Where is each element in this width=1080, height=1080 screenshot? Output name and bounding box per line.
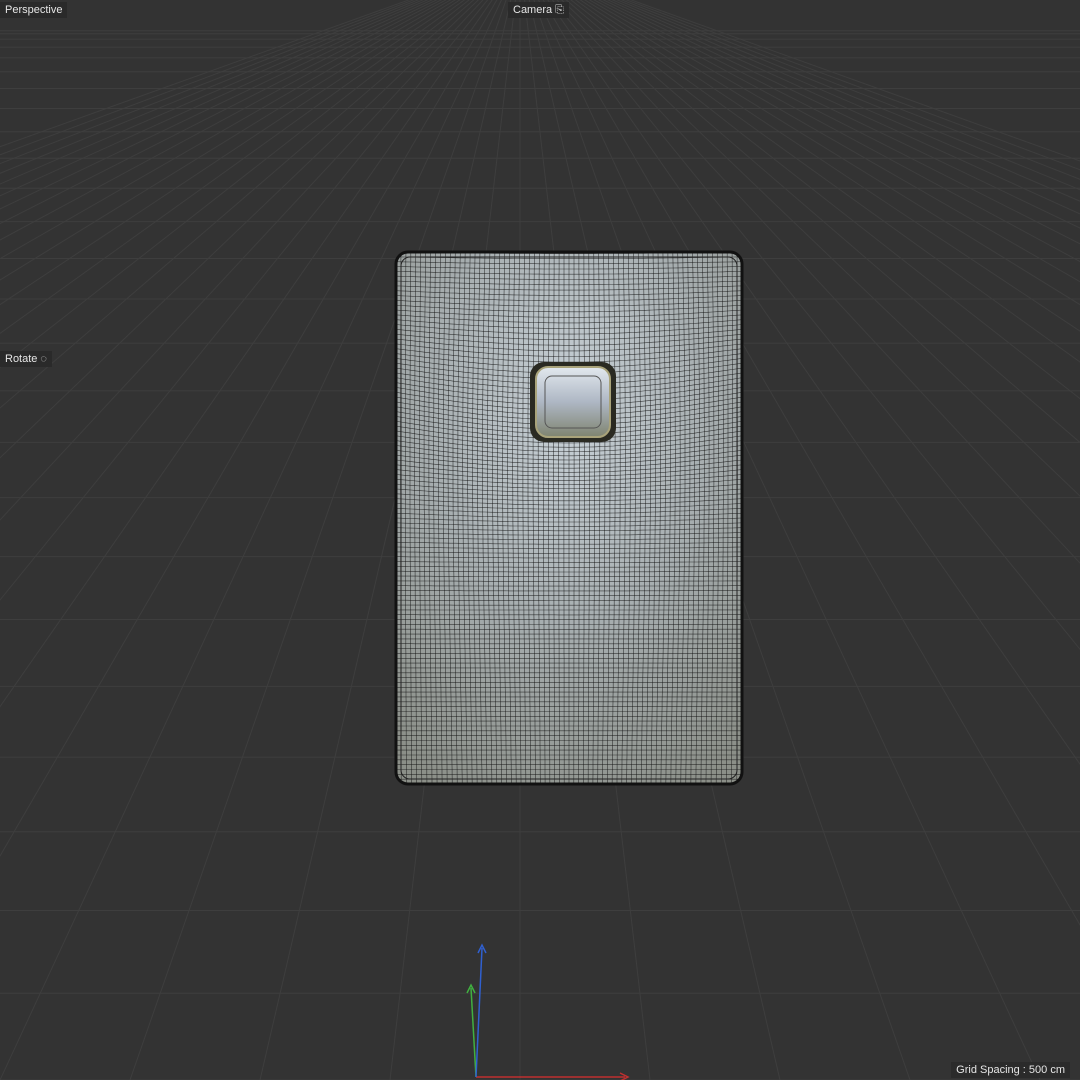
z-axis-line (475, 947, 483, 1078)
camera-label: Camera (513, 4, 553, 16)
view-name-text: Perspective (5, 4, 63, 16)
viewport-canvas[interactable] (0, 0, 1080, 1080)
camera-icon[interactable]: ⎘ (555, 4, 564, 16)
view-name-label[interactable]: Perspective (0, 2, 68, 18)
grid-spacing-label: Grid Spacing : 500 cm (951, 1062, 1070, 1078)
phone-case-mesh[interactable] (394, 250, 744, 786)
camera-cutout[interactable] (530, 362, 616, 442)
rotate-label: Rotate (5, 353, 38, 365)
camera-menu[interactable]: Camera ⎘ (508, 2, 569, 18)
grid-spacing-text: Grid Spacing : 500 cm (956, 1064, 1065, 1076)
perspective-viewport[interactable]: Perspective Camera ⎘ Rotate ◌ Grid Spacing… (0, 0, 1080, 1080)
rotate-icon: ◌ (40, 353, 47, 365)
axis-gizmo (466, 943, 630, 1080)
rotate-mode-label[interactable]: Rotate ◌ (0, 351, 52, 367)
y-axis-line (470, 987, 477, 1078)
